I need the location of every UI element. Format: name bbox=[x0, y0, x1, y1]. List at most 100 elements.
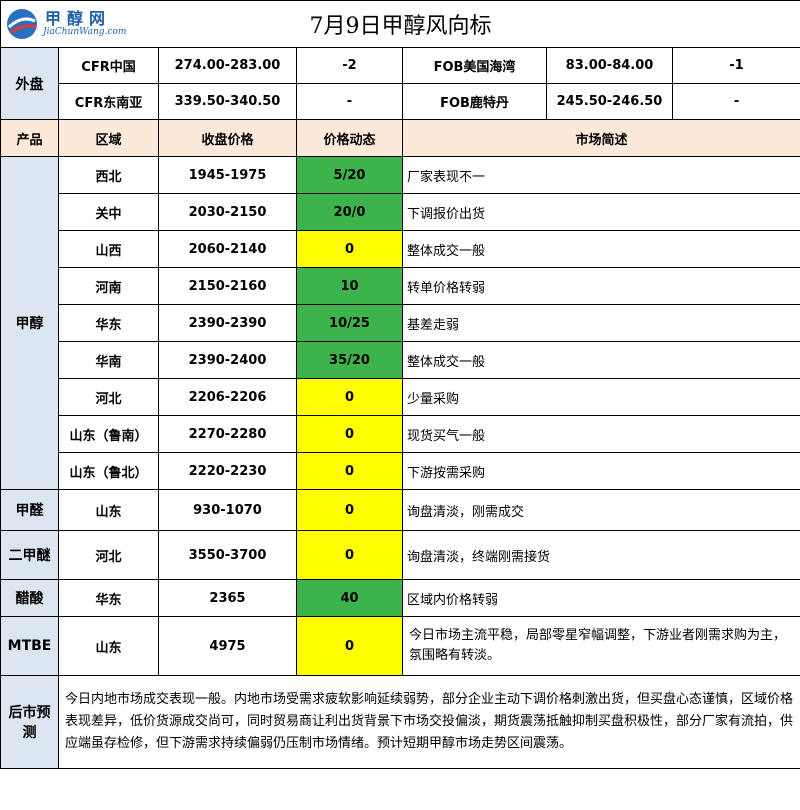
foreign-price: 339.50-340.50 bbox=[158, 83, 297, 120]
foreign-row: CFR东南亚 339.50-340.50 - FOB鹿特丹 245.50-246… bbox=[1, 83, 800, 120]
foreign-change: -1 bbox=[671, 47, 800, 84]
forecast-row: 后市预测 今日内地市场成交表现一般。内地市场受需求疲软影响延续弱势，部分企业主动… bbox=[0, 675, 800, 769]
region-cell: 华东 bbox=[58, 304, 159, 342]
foreign-label: 外盘 bbox=[0, 47, 59, 120]
table-row: MTBE 山东 4975 0 今日市场主流平稳，局部零星窄幅调整，下游业者刚需求… bbox=[0, 616, 800, 676]
change-cell: 0 bbox=[296, 415, 403, 453]
header-price: 收盘价格 bbox=[158, 119, 297, 157]
product-dme: 二甲醚 bbox=[0, 530, 59, 580]
table-row: 甲醇 西北 1945-1975 5/20 厂家表现不一 bbox=[0, 156, 800, 490]
page-title: 7月9日甲醇风向标 bbox=[309, 14, 492, 39]
table-row: 山东（鲁北） 2220-2230 0 下游按需采购 bbox=[1, 452, 800, 490]
desc-cell: 基差走弱 bbox=[401, 304, 800, 342]
price-cell: 2390-2390 bbox=[158, 304, 297, 342]
change-cell: 10 bbox=[296, 267, 403, 305]
foreign-price: 274.00-283.00 bbox=[158, 47, 297, 84]
indicator-table: 甲醇网 JiaChunWang.com 7月9日甲醇风向标 外盘 CFR中国 2… bbox=[0, 0, 800, 769]
desc-cell: 下调报价出货 bbox=[401, 193, 800, 231]
region-cell: 山东 bbox=[58, 616, 159, 676]
forecast-label: 后市预测 bbox=[0, 675, 59, 769]
product-methanol: 甲醇 bbox=[0, 156, 59, 490]
region-cell: 山西 bbox=[58, 230, 159, 268]
region-cell: 河北 bbox=[58, 530, 159, 580]
price-cell: 2206-2206 bbox=[158, 378, 297, 416]
globe-icon bbox=[7, 9, 37, 39]
logo-chinese-text: 甲醇网 bbox=[45, 9, 112, 28]
price-cell: 2270-2280 bbox=[158, 415, 297, 453]
region-cell: 西北 bbox=[58, 156, 159, 194]
region-cell: 山东（鲁北） bbox=[58, 452, 159, 490]
title-cell: 甲醇网 JiaChunWang.com 7月9日甲醇风向标 bbox=[0, 0, 800, 48]
foreign-change: - bbox=[671, 83, 800, 120]
desc-cell: 区域内价格转弱 bbox=[401, 579, 800, 617]
title-row: 甲醇网 JiaChunWang.com 7月9日甲醇风向标 bbox=[0, 0, 800, 48]
change-cell: 5/20 bbox=[296, 156, 403, 194]
foreign-row: 外盘 CFR中国 274.00-283.00 -2 FOB美国海湾 83.00-… bbox=[0, 47, 800, 120]
header-region: 区域 bbox=[58, 119, 159, 157]
table-row: 河北 2206-2206 0 少量采购 bbox=[1, 378, 800, 416]
table-row: 二甲醚 河北 3550-3700 0 询盘清淡，终端刚需接货 bbox=[0, 530, 800, 580]
change-cell: 0 bbox=[296, 378, 403, 416]
change-cell: 10/25 bbox=[296, 304, 403, 342]
table-row: 甲醛 山东 930-1070 0 询盘清淡，刚需成交 bbox=[0, 489, 800, 531]
price-cell: 2390-2400 bbox=[158, 341, 297, 379]
desc-cell: 厂家表现不一 bbox=[401, 156, 800, 194]
region-cell: 河北 bbox=[58, 378, 159, 416]
foreign-name: FOB美国海湾 bbox=[402, 47, 547, 84]
desc-cell: 少量采购 bbox=[401, 378, 800, 416]
change-cell: 0 bbox=[296, 452, 403, 490]
desc-cell: 现货买气一般 bbox=[401, 415, 800, 453]
region-cell: 关中 bbox=[58, 193, 159, 231]
product-mtbe: MTBE bbox=[0, 616, 59, 676]
change-cell: 35/20 bbox=[296, 341, 403, 379]
table-row: 关中 2030-2150 20/0 下调报价出货 bbox=[1, 193, 800, 231]
price-cell: 4975 bbox=[158, 616, 297, 676]
forecast-text: 今日内地市场成交表现一般。内地市场受需求疲软影响延续弱势，部分企业主动下调价格刺… bbox=[57, 675, 800, 769]
change-cell: 0 bbox=[296, 530, 403, 580]
methanol-indicator-sheet: 甲醇网 JiaChunWang.com 7月9日甲醇风向标 外盘 CFR中国 2… bbox=[0, 0, 800, 810]
foreign-name: CFR中国 bbox=[58, 47, 159, 84]
foreign-price: 245.50-246.50 bbox=[546, 83, 673, 120]
desc-cell: 转单价格转弱 bbox=[401, 267, 800, 305]
column-header-row: 产品 区域 收盘价格 价格动态 市场简述 bbox=[0, 119, 800, 157]
change-cell: 0 bbox=[296, 489, 403, 531]
price-cell: 930-1070 bbox=[158, 489, 297, 531]
table-row: 河南 2150-2160 10 转单价格转弱 bbox=[1, 267, 800, 305]
region-cell: 河南 bbox=[58, 267, 159, 305]
desc-cell: 整体成交一般 bbox=[401, 230, 800, 268]
region-cell: 华南 bbox=[58, 341, 159, 379]
price-cell: 2030-2150 bbox=[158, 193, 297, 231]
price-cell: 2060-2140 bbox=[158, 230, 297, 268]
price-cell: 2220-2230 bbox=[158, 452, 297, 490]
table-row: 华东 2390-2390 10/25 基差走弱 bbox=[1, 304, 800, 342]
desc-cell: 今日市场主流平稳，局部零星窄幅调整，下游业者刚需求购为主，氛围略有转淡。 bbox=[401, 616, 800, 676]
header-product: 产品 bbox=[0, 119, 59, 157]
table-row: 华南 2390-2400 35/20 整体成交一般 bbox=[1, 341, 800, 379]
price-cell: 2150-2160 bbox=[158, 267, 297, 305]
foreign-change: -2 bbox=[296, 47, 403, 84]
logo-english-text: JiaChunWang.com bbox=[43, 27, 127, 37]
region-cell: 山东 bbox=[58, 489, 159, 531]
desc-cell: 询盘清淡，刚需成交 bbox=[401, 489, 800, 531]
foreign-price: 83.00-84.00 bbox=[546, 47, 673, 84]
foreign-change: - bbox=[296, 83, 403, 120]
header-desc: 市场简述 bbox=[401, 119, 800, 157]
foreign-name: FOB鹿特丹 bbox=[402, 83, 547, 120]
table-row: 山西 2060-2140 0 整体成交一般 bbox=[1, 230, 800, 268]
region-cell: 华东 bbox=[58, 579, 159, 617]
desc-cell: 询盘清淡，终端刚需接货 bbox=[401, 530, 800, 580]
change-cell: 20/0 bbox=[296, 193, 403, 231]
product-formaldehyde: 甲醛 bbox=[0, 489, 59, 531]
product-acetic-acid: 醋酸 bbox=[0, 579, 59, 617]
price-cell: 2365 bbox=[158, 579, 297, 617]
site-logo: 甲醇网 JiaChunWang.com bbox=[5, 5, 127, 43]
change-cell: 0 bbox=[296, 616, 403, 676]
foreign-name: CFR东南亚 bbox=[58, 83, 159, 120]
region-cell: 山东（鲁南） bbox=[58, 415, 159, 453]
change-cell: 40 bbox=[296, 579, 403, 617]
desc-cell: 整体成交一般 bbox=[401, 341, 800, 379]
table-row: 山东（鲁南） 2270-2280 0 现货买气一般 bbox=[1, 415, 800, 453]
price-cell: 1945-1975 bbox=[158, 156, 297, 194]
header-change: 价格动态 bbox=[296, 119, 403, 157]
change-cell: 0 bbox=[296, 230, 403, 268]
